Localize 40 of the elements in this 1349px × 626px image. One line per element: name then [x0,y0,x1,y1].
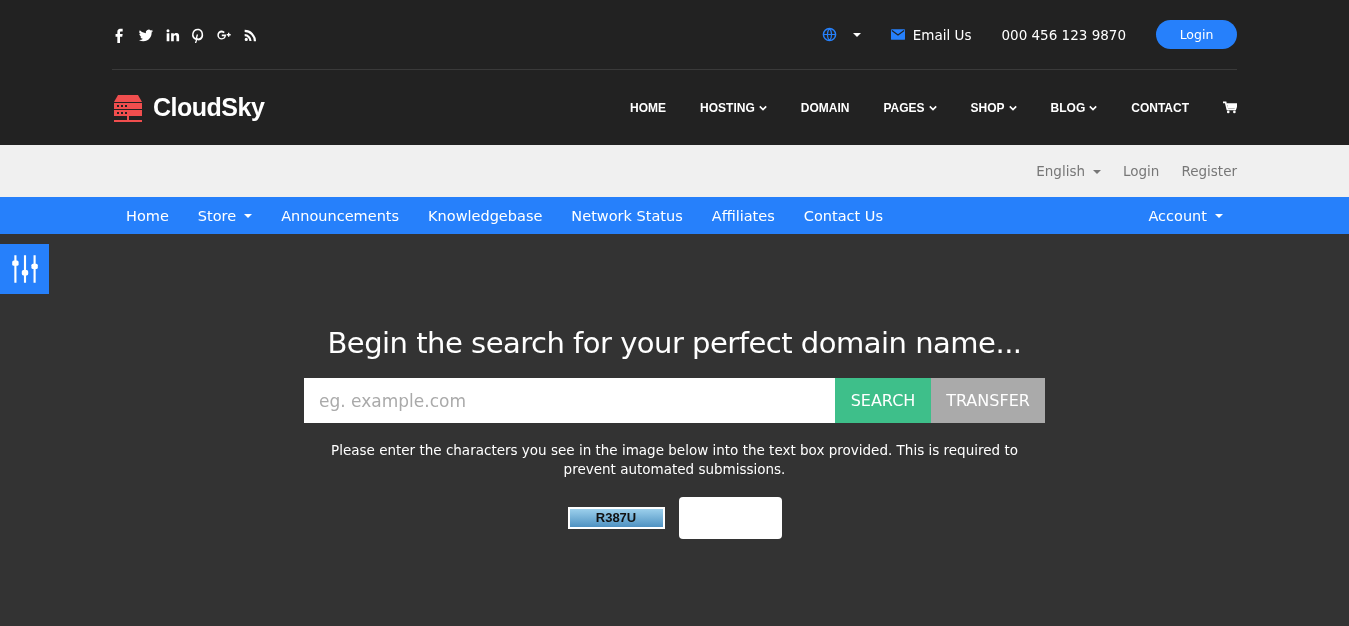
hero-title: Begin the search for your perfect domain name... [327,326,1022,360]
pinterest-icon[interactable] [190,26,206,43]
nav-link[interactable]: Home [126,207,169,224]
cart-icon[interactable] [1223,101,1237,114]
language-selector[interactable] [821,27,861,42]
menu-item[interactable]: HOME [630,100,667,115]
menu-item[interactable]: HOSTING [700,100,767,115]
transfer-button[interactable]: TRANSFER [931,378,1045,423]
login-button[interactable]: Login [1156,20,1237,49]
captcha-image: R387U [567,507,665,529]
settings-toggle[interactable] [0,244,49,294]
caret-icon [1093,170,1101,174]
account-menu[interactable]: Account [1148,207,1223,224]
account-link[interactable]: Login [1123,163,1160,179]
menu-item[interactable]: SHOP [970,100,1017,115]
menu-item[interactable]: CONTACT [1131,100,1189,115]
logo[interactable]: CloudSky [112,91,265,124]
nav-link[interactable]: Store [197,207,253,224]
nav-link[interactable]: Network Status [571,207,683,224]
caret-icon [852,32,861,37]
nav-link[interactable]: Knowledgebase [428,207,543,224]
sliders-icon [9,253,40,285]
captcha-input[interactable] [678,497,782,539]
domain-input[interactable]: eg. example.com [304,378,835,423]
phone-number: 000 456 123 9870 [1001,26,1126,43]
captcha-instructions: Please enter the characters you see in the image below into the text box provided. This is required to prevent automated submissions. [330,441,1019,479]
menu-item[interactable]: BLOG [1050,100,1098,115]
nav-link[interactable]: Contact Us [803,207,883,224]
nav-link[interactable]: Announcements [281,207,400,224]
envelope-icon [890,29,905,40]
menu-item[interactable]: DOMAIN [800,100,850,115]
account-link[interactable]: Register [1181,163,1237,179]
caret-icon [1215,213,1223,218]
menu-item[interactable]: PAGES [883,100,937,115]
search-button[interactable]: SEARCH [835,378,931,423]
linkedin-icon[interactable] [164,26,180,43]
nav-link[interactable]: Affiliates [711,207,775,224]
email-link[interactable]: Email Us [890,26,972,43]
globe-icon [821,27,837,42]
language-dropdown[interactable]: English [1036,163,1101,179]
